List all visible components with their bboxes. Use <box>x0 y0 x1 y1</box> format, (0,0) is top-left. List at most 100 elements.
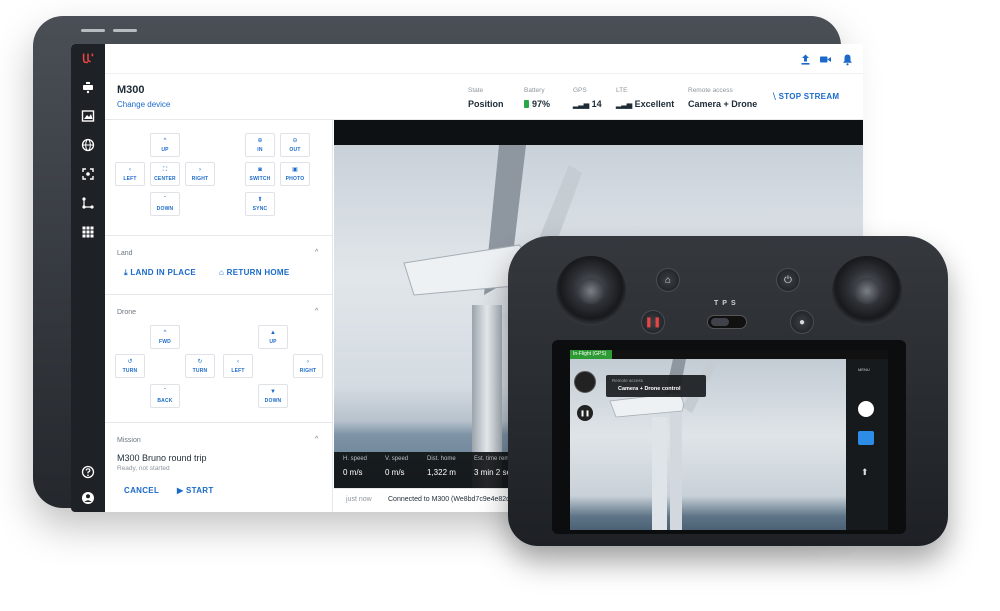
zoom-in-icon: ⊕ <box>257 137 263 144</box>
controller-camera-image: Remote access Camera + Drone control ❚❚ <box>570 359 846 530</box>
globe-nav-icon[interactable] <box>80 137 96 153</box>
v-speed-value: 0 m/s <box>385 468 405 477</box>
notification-bell-icon[interactable] <box>841 53 854 66</box>
chevron-right-icon: › <box>307 358 309 365</box>
drone-left-button[interactable]: ‹ LEFT <box>223 354 253 378</box>
apps-grid-icon[interactable] <box>80 224 96 240</box>
app-logo-icon[interactable] <box>80 50 96 66</box>
land-in-place-button[interactable]: ⤓ LAND IN PLACE <box>124 268 196 278</box>
chevron-left-icon: ‹ <box>237 358 239 365</box>
remote-access-value: Camera + Drone <box>688 99 758 109</box>
stop-stream-button[interactable]: ⧹ STOP STREAM <box>773 92 839 102</box>
gimbal-down-button[interactable]: ˇ DOWN <box>150 192 180 216</box>
drone-turn-right-button[interactable]: ↻ TURN <box>185 354 215 378</box>
shutter-button-icon[interactable] <box>858 401 874 417</box>
gimbal-left-button[interactable]: ‹ LEFT <box>115 162 145 186</box>
mission-status: Ready, not started <box>117 465 170 472</box>
camera-switch-icon: ◙ <box>258 166 262 173</box>
sync-button[interactable]: ⬆ SYNC <box>245 192 275 216</box>
state-value: Position <box>468 99 504 109</box>
change-device-link[interactable]: Change device <box>117 100 170 109</box>
remote-access-popup[interactable]: Remote access Camera + Drone control <box>606 375 706 397</box>
chevron-up-icon: ^ <box>163 329 167 336</box>
switch-camera-button[interactable]: ◙ SWITCH <box>245 162 275 186</box>
flight-mode-switch-label: TPS <box>714 300 740 307</box>
home-icon: ⌂ <box>219 268 225 277</box>
h-speed-value: 0 m/s <box>343 468 363 477</box>
drone-nav-icon[interactable] <box>80 79 96 95</box>
flight-mode-switch[interactable] <box>707 315 747 329</box>
v-speed-label: V. speed <box>385 456 409 462</box>
target-nav-icon[interactable] <box>80 166 96 182</box>
return-home-button[interactable]: ⌂ RETURN HOME <box>219 268 290 277</box>
rotate-left-icon: ↺ <box>127 358 133 365</box>
drone-right-button[interactable]: › RIGHT <box>293 354 323 378</box>
control-panel: ^ UP ‹ LEFT ⛶ CENTER › RIGHT ˇ DOWN ⊕ IN ⊖ OUT … <box>105 120 333 512</box>
drone-turn-left-button[interactable]: ↺ TURN <box>115 354 145 378</box>
drone-forward-button[interactable]: ^ FWD <box>150 325 180 349</box>
pause-mission-icon[interactable]: ❚❚ <box>577 405 593 421</box>
app-logo-icon[interactable] <box>574 371 596 393</box>
route-nav-icon[interactable] <box>80 195 96 211</box>
photo-icon: ▣ <box>292 166 298 173</box>
power-button-icon[interactable]: ⏻ <box>776 268 800 292</box>
gimbal-right-button[interactable]: › RIGHT <box>185 162 215 186</box>
button-label: LEFT <box>123 175 137 182</box>
video-camera-icon[interactable] <box>819 53 832 66</box>
help-icon[interactable] <box>80 464 96 480</box>
mission-collapse-icon[interactable]: ^ <box>315 436 318 443</box>
mission-start-label: START <box>185 486 214 495</box>
zoom-out-button[interactable]: ⊖ OUT <box>280 133 310 157</box>
stop-stream-label: STOP STREAM <box>778 92 840 101</box>
button-label: UP <box>269 338 277 345</box>
section-divider <box>105 235 333 236</box>
v-speed-readout: V. speed 0 m/s <box>385 456 408 477</box>
arrow-down-icon: ▼ <box>270 388 276 395</box>
button-label: DOWN <box>264 397 282 404</box>
chevron-up-icon: ^ <box>163 137 167 144</box>
pause-button-icon[interactable]: ❚❚ <box>641 310 665 334</box>
h-speed-readout: H. speed 0 m/s <box>343 456 367 477</box>
stop-stream-icon: ⧹ <box>773 92 777 101</box>
drone-down-button[interactable]: ▼ DOWN <box>258 384 288 408</box>
remote-access-popup-label: Remote access <box>612 378 644 383</box>
rth-button-icon[interactable]: ⌂ <box>656 268 680 292</box>
button-label: RIGHT <box>299 367 317 374</box>
gimbal-up-button[interactable]: ^ UP <box>150 133 180 157</box>
mission-section-title: Mission <box>117 437 141 444</box>
five-dimension-button-icon[interactable]: ● <box>790 310 814 334</box>
button-label: UP <box>161 146 169 153</box>
arrow-up-icon: ▲ <box>270 329 276 336</box>
button-label: FWD <box>159 338 171 345</box>
status-message: Connected to M300 (We8bd7c9e4e82de5) <box>388 496 521 503</box>
land-collapse-icon[interactable]: ^ <box>315 249 318 256</box>
controller-app: Remote access Camera + Drone control ❚❚ … <box>570 350 888 530</box>
upload-icon[interactable] <box>799 53 812 66</box>
drone-back-button[interactable]: ˇ BACK <box>150 384 180 408</box>
mission-cancel-button[interactable]: CANCEL <box>124 486 159 495</box>
left-joystick[interactable] <box>556 256 626 326</box>
button-label: CENTER <box>154 175 176 182</box>
tablet-hardware-button <box>81 29 105 32</box>
mission-start-button[interactable]: ▶ START <box>177 486 214 495</box>
right-joystick[interactable] <box>832 256 902 326</box>
gallery-nav-icon[interactable] <box>80 108 96 124</box>
photo-button[interactable]: ▣ PHOTO <box>280 162 310 186</box>
zoom-out-icon: ⊖ <box>292 137 298 144</box>
drone-section-title: Drone <box>117 309 137 316</box>
top-bar <box>105 44 863 74</box>
remote-access-stat: Remote access Camera + Drone <box>688 87 757 109</box>
land-icon: ⤓ <box>124 268 128 277</box>
account-icon[interactable] <box>80 490 96 506</box>
button-label: DOWN <box>156 205 174 212</box>
drone-up-button[interactable]: ▲ UP <box>258 325 288 349</box>
zoom-in-button[interactable]: ⊕ IN <box>245 133 275 157</box>
drone-collapse-icon[interactable]: ^ <box>315 308 318 315</box>
media-mode-icon[interactable] <box>858 431 874 445</box>
battery-value: 97% <box>532 99 551 109</box>
menu-label[interactable]: MENU <box>858 367 870 372</box>
gimbal-center-button[interactable]: ⛶ CENTER <box>150 162 180 186</box>
lte-value: Excellent <box>634 99 675 109</box>
upload-icon[interactable]: ⬆ <box>861 467 869 478</box>
button-label: RIGHT <box>191 175 209 182</box>
